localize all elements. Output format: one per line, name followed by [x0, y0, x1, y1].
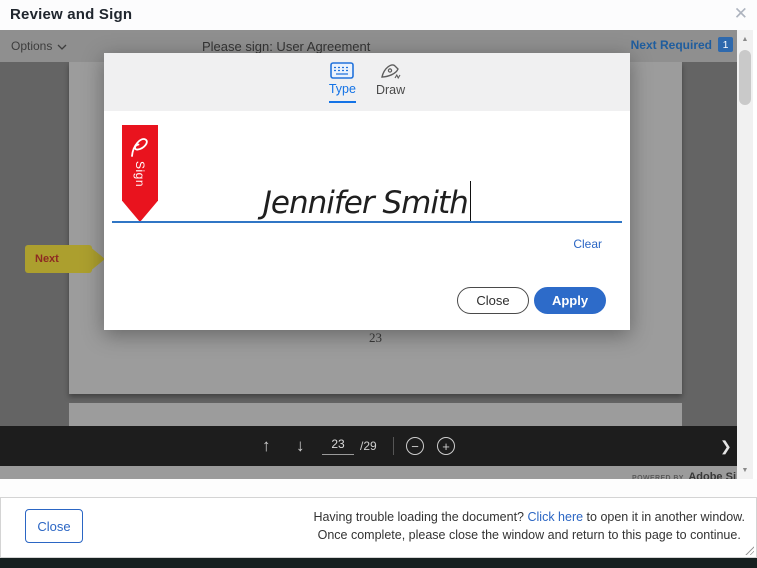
signature-modal: Type Draw Sign Jennifer Smith — [104, 53, 630, 330]
text-caret — [470, 181, 472, 223]
pen-icon — [379, 62, 403, 80]
next-tag-label: Next — [25, 253, 59, 265]
adobe-logo-icon — [127, 133, 153, 159]
window-title-bar: Review and Sign ✕ — [0, 0, 757, 30]
toolbar-divider — [393, 437, 394, 455]
zoom-in-button[interactable]: + — [437, 426, 455, 466]
help-line2-text: Once complete, please close the window a… — [318, 528, 741, 542]
minus-circle-icon: − — [406, 437, 424, 455]
arrow-up-icon: ↑ — [262, 436, 271, 456]
signature-baseline — [112, 221, 622, 223]
window-close-icon[interactable]: ✕ — [734, 4, 748, 24]
signature-input[interactable]: Jennifer Smith — [104, 181, 630, 223]
next-required-button[interactable]: Next Required 1 — [631, 37, 733, 52]
required-count-badge: 1 — [718, 37, 733, 52]
signature-tab-bar: Type Draw — [104, 53, 630, 111]
keyboard-icon — [330, 62, 354, 79]
options-label: Options — [11, 39, 52, 53]
bottom-window-edge — [0, 558, 757, 568]
help-line1-text: Having trouble loading the document? — [313, 510, 527, 524]
iframe-bottom-gap — [0, 479, 757, 497]
powered-by-strip: POWERED BY Adobe Si — [0, 466, 737, 479]
pdf-navigation-toolbar: ↑ ↓ 23 /29 − + ❯ — [0, 426, 737, 466]
review-and-sign-window: Review and Sign ✕ Options Please sign: U… — [0, 0, 757, 568]
tab-type[interactable]: Type — [329, 62, 356, 103]
document-scrollbar[interactable]: ▲ ▼ — [737, 30, 753, 480]
page-number-text: 23 — [69, 330, 682, 346]
scrollbar-down-icon[interactable]: ▼ — [737, 463, 753, 478]
help-line1-rest: to open it in another window. — [583, 510, 745, 524]
scrollbar-thumb[interactable] — [739, 50, 751, 105]
plus-circle-icon: + — [437, 437, 455, 455]
window-title: Review and Sign — [10, 6, 132, 23]
tab-draw[interactable]: Draw — [376, 62, 405, 102]
page-total-label: /29 — [360, 426, 377, 466]
next-field-tag[interactable]: Next — [25, 245, 92, 273]
sign-prompt-text: Please sign: User Agreement — [202, 39, 370, 54]
clear-signature-link[interactable]: Clear — [573, 237, 602, 251]
next-tag-arrow-tip — [89, 246, 105, 272]
next-required-label: Next Required — [631, 38, 712, 52]
document-next-page — [69, 403, 682, 426]
footer-help-text: Having trouble loading the document? Cli… — [313, 508, 745, 544]
next-page-button[interactable]: ↓ — [296, 426, 305, 466]
scrollbar-up-icon[interactable]: ▲ — [737, 32, 753, 47]
resize-handle[interactable] — [744, 545, 754, 555]
modal-close-button[interactable]: Close — [457, 287, 529, 314]
footer-panel: Close Having trouble loading the documen… — [0, 497, 757, 558]
chevron-down-icon — [57, 44, 67, 50]
apply-signature-button[interactable]: Apply — [534, 287, 606, 314]
options-menu-button[interactable]: Options — [11, 39, 67, 53]
page-number-input[interactable]: 23 — [322, 426, 354, 466]
footer-close-button[interactable]: Close — [25, 509, 83, 543]
adobe-brand-text: Adobe Si — [688, 471, 736, 479]
signature-canvas-area: Sign Jennifer Smith Clear Close Apply — [104, 111, 630, 330]
click-here-link[interactable]: Click here — [528, 510, 584, 524]
previous-page-button[interactable]: ↑ — [262, 426, 271, 466]
signature-text: Jennifer Smith — [263, 185, 468, 221]
arrow-down-icon: ↓ — [296, 436, 305, 456]
zoom-out-button[interactable]: − — [406, 426, 424, 466]
more-tools-chevron[interactable]: ❯ — [720, 426, 732, 466]
